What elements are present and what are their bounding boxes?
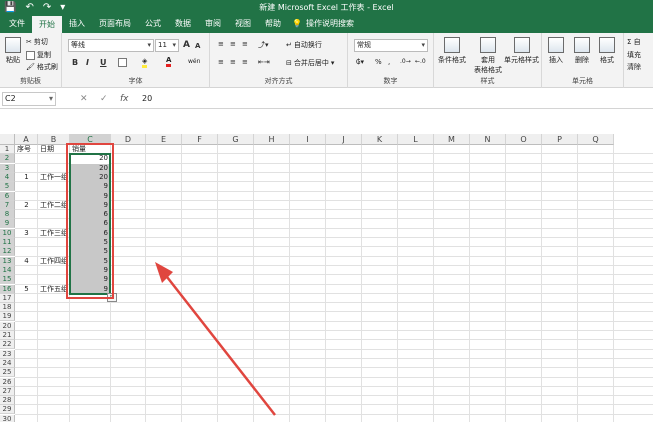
annotation-arrow xyxy=(155,262,276,416)
arrow-shaft xyxy=(159,267,276,416)
